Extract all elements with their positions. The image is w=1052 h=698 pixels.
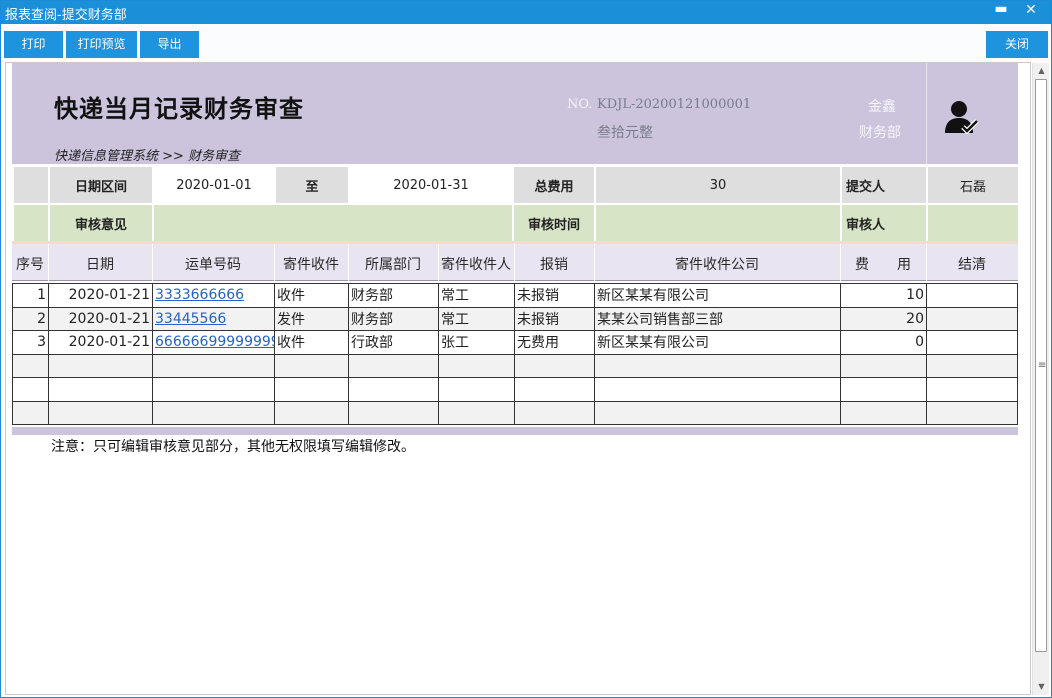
review-opinion-label: 审核意见 (48, 203, 154, 243)
reimburse-cell: 未报销 (514, 283, 595, 308)
fee-cell: 10 (840, 283, 927, 308)
table-footer-bar (12, 427, 1018, 435)
org-department: 财务部 (859, 125, 901, 141)
col-seq: 序号 (16, 257, 44, 273)
review-time (594, 203, 842, 243)
amount-in-words: 叁拾元整 (597, 125, 653, 141)
type-cell: 收件 (274, 330, 349, 355)
fee-cell: 0 (840, 330, 927, 355)
submitter-label: 提交人 (840, 165, 928, 205)
date-cell: 2020-01-21 (48, 306, 153, 331)
col-type: 寄件收件 (283, 257, 339, 273)
review-opinion-field[interactable] (152, 203, 514, 243)
submitter: 石磊 (926, 165, 1020, 205)
col-person: 寄件收件人 (441, 257, 511, 273)
org-name: 金鑫 (868, 99, 896, 115)
settled-cell (926, 283, 1018, 308)
seq-cell: 2 (12, 306, 49, 331)
report-header: 快递当月记录财务审查 快递信息管理系统 >> 财务审查 NO. KDJL-202… (12, 63, 1018, 164)
date-start: 2020-01-01 (152, 165, 276, 205)
doc-number-label: NO. (567, 97, 593, 112)
table-row: 1 2020-01-21 3333666666 收件 财务部 常工 未报销 新区… (12, 283, 1018, 308)
col-waybill: 运单号码 (185, 257, 241, 273)
close-window-icon[interactable]: ✕ (1021, 2, 1041, 18)
settled-cell (926, 306, 1018, 331)
waybill-link[interactable]: 66666699999999 (152, 330, 275, 355)
breadcrumb: 快递信息管理系统 >> 财务审查 (54, 149, 241, 164)
scroll-up-icon[interactable]: ▲ (1033, 63, 1050, 79)
doc-number: KDJL-20200121000001 (597, 97, 752, 112)
total-fee: 30 (594, 165, 842, 205)
toolbar: 打印 打印预览 导出 关闭 (1, 24, 1051, 62)
company-cell: 某某公司销售部三部 (594, 306, 841, 331)
table-row-empty (12, 400, 1018, 425)
company-cell: 新区某某有限公司 (594, 330, 841, 355)
person-cell: 常工 (438, 283, 515, 308)
scroll-thumb[interactable]: ≡ (1035, 79, 1047, 652)
table-row: 3 2020-01-21 66666699999999 收件 行政部 张工 无费… (12, 330, 1018, 355)
report-title: 快递当月记录财务审查 (54, 94, 304, 123)
print-button[interactable]: 打印 (4, 31, 63, 58)
table-row-empty (12, 353, 1018, 378)
company-cell: 新区某某有限公司 (594, 283, 841, 308)
total-fee-label: 总费用 (512, 165, 596, 205)
waybill-link[interactable]: 33445566 (152, 306, 275, 331)
type-cell: 收件 (274, 283, 349, 308)
title-bar: 报表查阅-提交财务部 ▬ ✕ (1, 1, 1051, 24)
record-table: 1 2020-01-21 3333666666 收件 财务部 常工 未报销 新区… (12, 283, 1018, 425)
person-cell: 张工 (438, 330, 515, 355)
seq-cell: 3 (12, 330, 49, 355)
edit-note: 注意：只可编辑审核意见部分，其他无权限填写编辑修改。 (51, 439, 415, 455)
summary-spacer (12, 165, 50, 205)
print-preview-button[interactable]: 打印预览 (66, 31, 137, 58)
header-divider (926, 63, 927, 164)
report-content: 快递当月记录财务审查 快递信息管理系统 >> 财务审查 NO. KDJL-202… (5, 62, 1031, 695)
col-settled: 结清 (958, 257, 986, 273)
table-row: 2 2020-01-21 33445566 发件 财务部 常工 未报销 某某公司… (12, 306, 1018, 331)
dept-cell: 财务部 (348, 306, 439, 331)
waybill-link[interactable]: 3333666666 (152, 283, 275, 308)
vertical-scrollbar[interactable]: ▲ ≡ ▼ (1032, 63, 1049, 695)
date-cell: 2020-01-21 (48, 283, 153, 308)
seq-cell: 1 (12, 283, 49, 308)
fee-cell: 20 (840, 306, 927, 331)
date-end: 2020-01-31 (348, 165, 514, 205)
review-spacer (12, 203, 50, 243)
col-date: 日期 (86, 257, 114, 273)
dept-cell: 财务部 (348, 283, 439, 308)
reviewer-label: 审核人 (840, 203, 928, 243)
review-time-label: 审核时间 (512, 203, 596, 243)
to-label: 至 (274, 165, 350, 205)
grip-icon: ≡ (1038, 360, 1047, 371)
scroll-down-icon[interactable]: ▼ (1033, 679, 1050, 695)
col-reimburse: 报销 (540, 257, 568, 273)
export-button[interactable]: 导出 (140, 31, 199, 58)
settled-cell (926, 330, 1018, 355)
date-range-label: 日期区间 (48, 165, 154, 205)
date-cell: 2020-01-21 (48, 330, 153, 355)
close-button[interactable]: 关闭 (986, 31, 1048, 58)
col-dept: 所属部门 (365, 257, 421, 273)
minimize-icon[interactable]: ▬ (991, 1, 1011, 17)
type-cell: 发件 (274, 306, 349, 331)
dept-cell: 行政部 (348, 330, 439, 355)
user-approve-icon (945, 101, 979, 134)
table-header: 序号 日期 运单号码 寄件收件 所属部门 寄件收件人 报销 寄件收件公司 费 用… (12, 244, 1018, 281)
col-fee: 费 用 (855, 257, 911, 273)
person-cell: 常工 (438, 306, 515, 331)
reviewer (926, 203, 1020, 243)
report-window: 报表查阅-提交财务部 ▬ ✕ 打印 打印预览 导出 关闭 快递当月记录财务审查 … (0, 0, 1052, 698)
summary-table: 日期区间 2020-01-01 至 2020-01-31 总费用 30 提交人 … (12, 165, 1020, 243)
reimburse-cell: 无费用 (514, 330, 595, 355)
window-title: 报表查阅-提交财务部 (5, 8, 127, 23)
table-row-empty (12, 377, 1018, 402)
col-company: 寄件收件公司 (675, 257, 759, 273)
reimburse-cell: 未报销 (514, 306, 595, 331)
